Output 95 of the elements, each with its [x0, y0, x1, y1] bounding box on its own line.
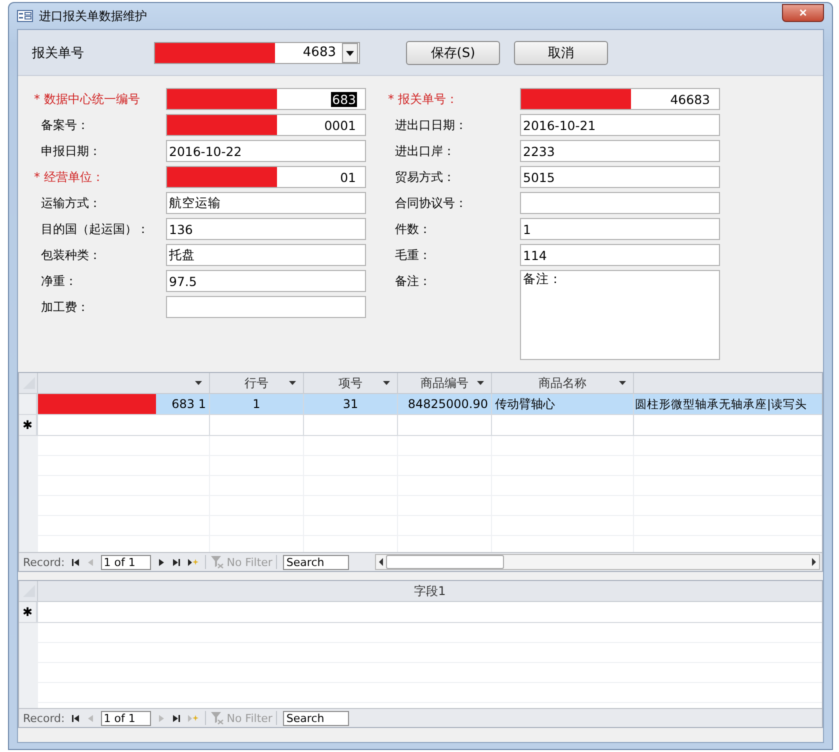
- record-label: Record:: [23, 556, 65, 568]
- column-title: 项号: [338, 374, 362, 392]
- input-field[interactable]: 2016-10-22: [166, 140, 366, 162]
- column-title: 行号: [244, 374, 268, 392]
- input-field[interactable]: 136: [166, 218, 366, 240]
- field-value: 5015: [522, 170, 555, 184]
- input-field[interactable]: 5015: [520, 166, 720, 188]
- field-value: 683: [331, 92, 357, 106]
- input-field[interactable]: 航空运输: [166, 192, 366, 214]
- field-value: 114: [522, 248, 547, 262]
- field-label: 包装种类：: [40, 246, 102, 264]
- next-record-icon[interactable]: [156, 558, 166, 566]
- input-field[interactable]: [520, 192, 720, 214]
- field-label: 净重：: [40, 272, 78, 290]
- dropdown-icon[interactable]: [477, 381, 484, 385]
- new-row-marker: ✱: [19, 415, 37, 435]
- field-value: 2016-10-21: [522, 118, 596, 132]
- record-label: Record:: [23, 712, 65, 724]
- dropdown-icon[interactable]: [619, 381, 626, 385]
- combo-value: 4683: [302, 45, 336, 60]
- field-label: 目的国（起运国）：: [40, 220, 150, 238]
- column-title: 商品名称: [538, 374, 586, 392]
- field-label: 件数：: [394, 220, 432, 238]
- input-field[interactable]: 114: [520, 244, 720, 266]
- last-record-icon[interactable]: [172, 558, 181, 566]
- field-value: 136: [168, 222, 193, 236]
- field-label: 贸易方式：: [394, 168, 456, 186]
- input-field[interactable]: 2016-10-21: [520, 114, 720, 136]
- field-value: 46683: [669, 92, 711, 106]
- input-field[interactable]: 2233: [520, 140, 720, 162]
- field-label: 加工费：: [40, 298, 90, 316]
- field-value: 航空运输: [168, 194, 221, 212]
- field-value: 0001: [323, 118, 357, 132]
- cell-text: 圆柱形微型轴承无轴承座|读写头: [635, 396, 807, 412]
- dropdown-icon[interactable]: [195, 381, 202, 385]
- cell-text: 1: [252, 397, 260, 411]
- input-field[interactable]: 97.5: [166, 270, 366, 292]
- action-button[interactable]: 取消: [514, 40, 608, 64]
- input-field[interactable]: [166, 296, 366, 318]
- scroll-right-icon[interactable]: [809, 555, 819, 569]
- combo-box[interactable]: 4683: [154, 42, 360, 64]
- field-label: 申报日期：: [40, 142, 102, 160]
- input-field[interactable]: 683: [166, 88, 366, 110]
- field-label: 进出口日期：: [394, 116, 468, 134]
- column-header[interactable]: 项号: [303, 373, 397, 393]
- cell-text: 84825000.90: [408, 397, 488, 411]
- field-value: 2233: [522, 144, 555, 158]
- field-value: 备注：: [522, 271, 562, 288]
- field-label: * 报关单号：: [387, 90, 459, 108]
- input-field[interactable]: 托盘: [166, 244, 366, 266]
- field-value: 97.5: [168, 274, 197, 288]
- text-area[interactable]: 备注：: [520, 270, 720, 360]
- dropdown-icon[interactable]: [383, 381, 390, 385]
- record-number-field[interactable]: 1 of 1: [100, 710, 151, 726]
- field-label: 备案号：: [40, 116, 90, 134]
- first-record-icon[interactable]: [70, 714, 80, 722]
- form-icon: [17, 10, 33, 22]
- window-title: 进口报关单数据维护: [39, 8, 147, 24]
- filter-icon: [210, 555, 224, 569]
- field-label: 进出口岸：: [394, 142, 456, 160]
- column-header[interactable]: 商品名称: [491, 373, 633, 393]
- column-header[interactable]: 商品编号: [397, 373, 491, 393]
- dropdown-icon[interactable]: [289, 381, 296, 385]
- field-label: 运输方式：: [40, 194, 102, 212]
- field-value: 01: [339, 170, 357, 184]
- new-record-icon[interactable]: [186, 558, 199, 566]
- input-field[interactable]: 01: [166, 166, 366, 188]
- input-field[interactable]: 46683: [520, 88, 720, 110]
- column-header[interactable]: 行号: [209, 373, 303, 393]
- search-field[interactable]: Search: [283, 554, 350, 570]
- column-title: 商品编号: [420, 374, 468, 392]
- cell-text: 传动臂轴心: [495, 396, 555, 412]
- input-field[interactable]: 1: [520, 218, 720, 240]
- filter-icon: [210, 711, 224, 725]
- field-value: 托盘: [168, 246, 195, 264]
- field-value: 1: [522, 222, 531, 236]
- new-row-marker: ✱: [19, 602, 37, 622]
- field-label: 合同协议号：: [394, 194, 468, 212]
- dropdown-icon[interactable]: [342, 42, 358, 62]
- field-value: 2016-10-22: [168, 144, 242, 158]
- last-record-icon[interactable]: [172, 714, 181, 722]
- column-title: 字段1: [414, 582, 446, 600]
- field-label: 备注：: [394, 272, 432, 290]
- cell-text: 31: [342, 397, 358, 411]
- cell-text: 683 1: [172, 397, 206, 411]
- field-label: * 经营单位：: [33, 168, 105, 186]
- input-field[interactable]: 0001: [166, 114, 366, 136]
- horizontal-scrollbar[interactable]: [375, 554, 820, 570]
- action-button[interactable]: 保存(S): [406, 40, 500, 64]
- search-field[interactable]: Search: [283, 710, 350, 726]
- field-label: 报关单号: [32, 44, 85, 62]
- field-label: 毛重：: [394, 246, 432, 264]
- field-label: * 数据中心统一编号: [33, 90, 141, 108]
- record-number-field[interactable]: 1 of 1: [100, 554, 151, 570]
- first-record-icon[interactable]: [70, 558, 80, 566]
